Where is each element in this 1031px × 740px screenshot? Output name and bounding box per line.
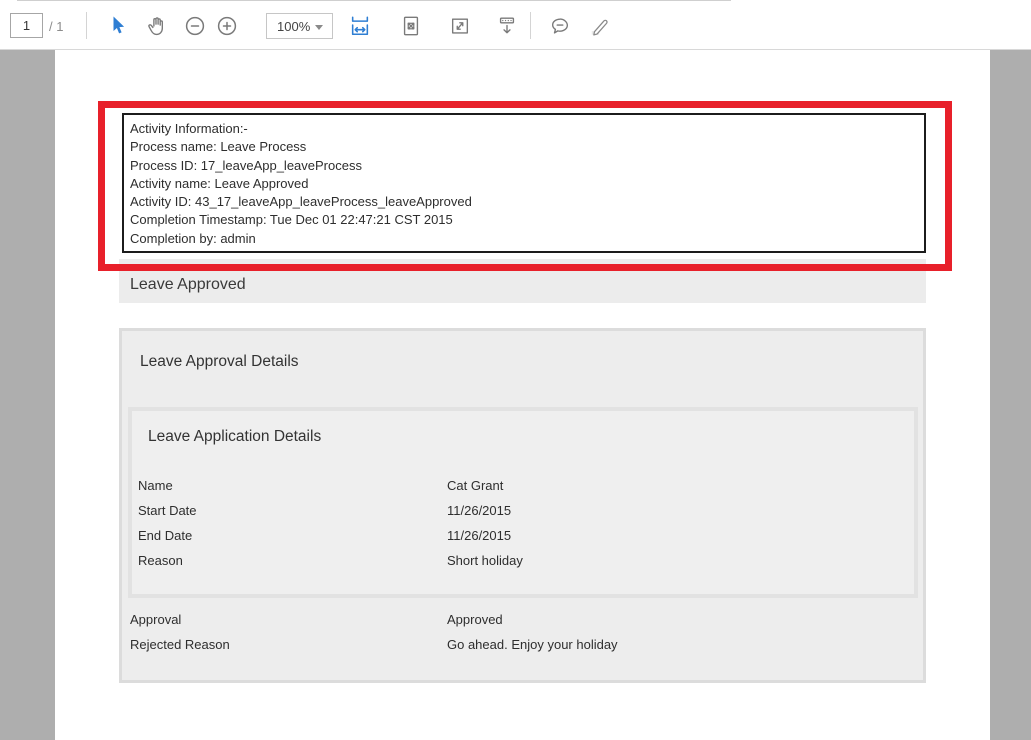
minus-circle-icon <box>184 15 206 37</box>
viewer-toolbar: / 1 100% <box>0 0 1031 50</box>
field-row: End Date 11/26/2015 <box>138 523 908 548</box>
top-edge-artifact <box>17 0 731 1</box>
toolbar-collapse-icon <box>496 15 518 37</box>
field-value: Cat Grant <box>447 478 503 493</box>
select-tool-button[interactable] <box>107 15 129 37</box>
document-canvas[interactable]: Activity Information:- Process name: Lea… <box>0 50 1031 740</box>
highlight-tool-button[interactable] <box>589 15 611 37</box>
toolbar-divider <box>530 12 531 39</box>
fit-width-button[interactable] <box>349 15 371 37</box>
field-row: Start Date 11/26/2015 <box>138 498 908 523</box>
red-highlight-annotation <box>98 101 952 271</box>
zoom-out-button[interactable] <box>184 15 206 37</box>
application-fields: Name Cat Grant Start Date 11/26/2015 End… <box>138 473 908 573</box>
field-row: Name Cat Grant <box>138 473 908 498</box>
comment-bubble-icon <box>549 15 571 37</box>
field-row: Rejected Reason Go ahead. Enjoy your hol… <box>130 632 915 657</box>
hide-toolbar-button[interactable] <box>496 15 518 37</box>
section-title: Leave Approved <box>130 276 246 294</box>
page-number-input[interactable] <box>10 13 43 38</box>
pdf-viewer-window: / 1 100% <box>0 0 1031 740</box>
hand-icon <box>146 15 168 37</box>
field-value: Approved <box>447 612 503 627</box>
field-label: Rejected Reason <box>130 637 230 652</box>
zoom-in-button[interactable] <box>216 15 238 37</box>
field-row: Approval Approved <box>130 607 915 632</box>
field-value: 11/26/2015 <box>447 503 511 518</box>
panel-title: Leave Approval Details <box>140 353 923 371</box>
panel-title: Leave Application Details <box>148 428 914 446</box>
fit-page-icon <box>400 15 422 37</box>
plus-circle-icon <box>216 15 238 37</box>
field-label: Start Date <box>138 503 197 518</box>
leave-application-details-panel: Leave Application Details Name Cat Grant… <box>128 407 918 598</box>
page-count-label: / 1 <box>49 19 63 34</box>
hand-pan-tool-button[interactable] <box>146 15 168 37</box>
field-value: 11/26/2015 <box>447 528 511 543</box>
chevron-down-icon <box>315 25 323 30</box>
toolbar-divider <box>86 12 87 39</box>
actual-size-button[interactable] <box>449 15 471 37</box>
approval-fields: Approval Approved Rejected Reason Go ahe… <box>130 607 915 657</box>
cursor-arrow-icon <box>107 15 129 37</box>
field-label: Reason <box>138 553 183 568</box>
zoom-level-value: 100% <box>277 19 310 34</box>
expand-window-icon <box>449 15 471 37</box>
fit-page-button[interactable] <box>400 15 422 37</box>
field-row: Reason Short holiday <box>138 548 908 573</box>
field-value: Short holiday <box>447 553 523 568</box>
comment-tool-button[interactable] <box>549 15 571 37</box>
field-value: Go ahead. Enjoy your holiday <box>447 637 618 652</box>
field-label: Name <box>138 478 173 493</box>
fit-width-icon <box>349 15 371 37</box>
highlighter-pen-icon <box>589 15 611 37</box>
pdf-page: Activity Information:- Process name: Lea… <box>55 50 990 740</box>
field-label: Approval <box>130 612 181 627</box>
zoom-level-dropdown[interactable]: 100% <box>266 13 333 39</box>
field-label: End Date <box>138 528 192 543</box>
